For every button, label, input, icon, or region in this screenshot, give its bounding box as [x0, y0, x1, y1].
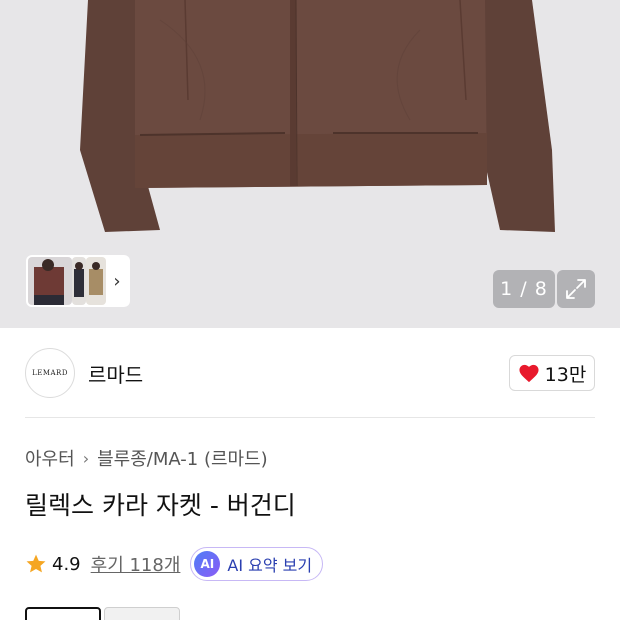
heart-icon [519, 364, 539, 383]
divider [25, 417, 595, 418]
breadcrumb: 아우터 › 블루종/MA-1 (르마드) [25, 445, 268, 471]
expand-icon [566, 279, 586, 299]
image-counter: 1 / 8 [493, 270, 555, 308]
thumbnail-2[interactable] [72, 257, 86, 305]
ai-summary-label: AI 요약 보기 [227, 556, 313, 575]
product-title: 릴렉스 카라 자켓 - 버건디 [25, 491, 296, 520]
rating-score: 4.9 [52, 553, 81, 575]
breadcrumb-subcategory[interactable]: 블루종/MA-1 (르마드) [97, 445, 268, 471]
ai-summary-button[interactable]: AI AI 요약 보기 [190, 547, 324, 581]
thumbnail-1[interactable] [28, 257, 72, 305]
brand-logo[interactable]: LEMARD [25, 348, 75, 398]
color-swatch-black[interactable] [104, 607, 180, 620]
expand-button[interactable] [557, 270, 595, 308]
star-icon [26, 554, 46, 573]
chevron-right-icon: › [82, 448, 90, 468]
breadcrumb-category[interactable]: 아우터 [25, 445, 75, 471]
ai-icon: AI [194, 551, 221, 577]
rating-row: 4.9 후기 118개 AI AI 요약 보기 [25, 547, 324, 581]
thumbnail-strip[interactable]: › [26, 255, 130, 307]
like-button[interactable]: 13만 [509, 355, 595, 391]
brand-row: LEMARD 르마드 13만 [25, 347, 595, 399]
thumbnail-3[interactable] [86, 257, 106, 305]
product-image-gallery[interactable]: › 1 / 8 [0, 0, 620, 328]
likes-count: 13만 [544, 363, 587, 386]
chevron-right-icon[interactable]: › [110, 271, 124, 292]
color-swatch-burgundy[interactable] [25, 607, 101, 620]
brand-name[interactable]: 르마드 [88, 359, 143, 388]
reviews-link[interactable]: 후기 118개 [91, 551, 181, 577]
